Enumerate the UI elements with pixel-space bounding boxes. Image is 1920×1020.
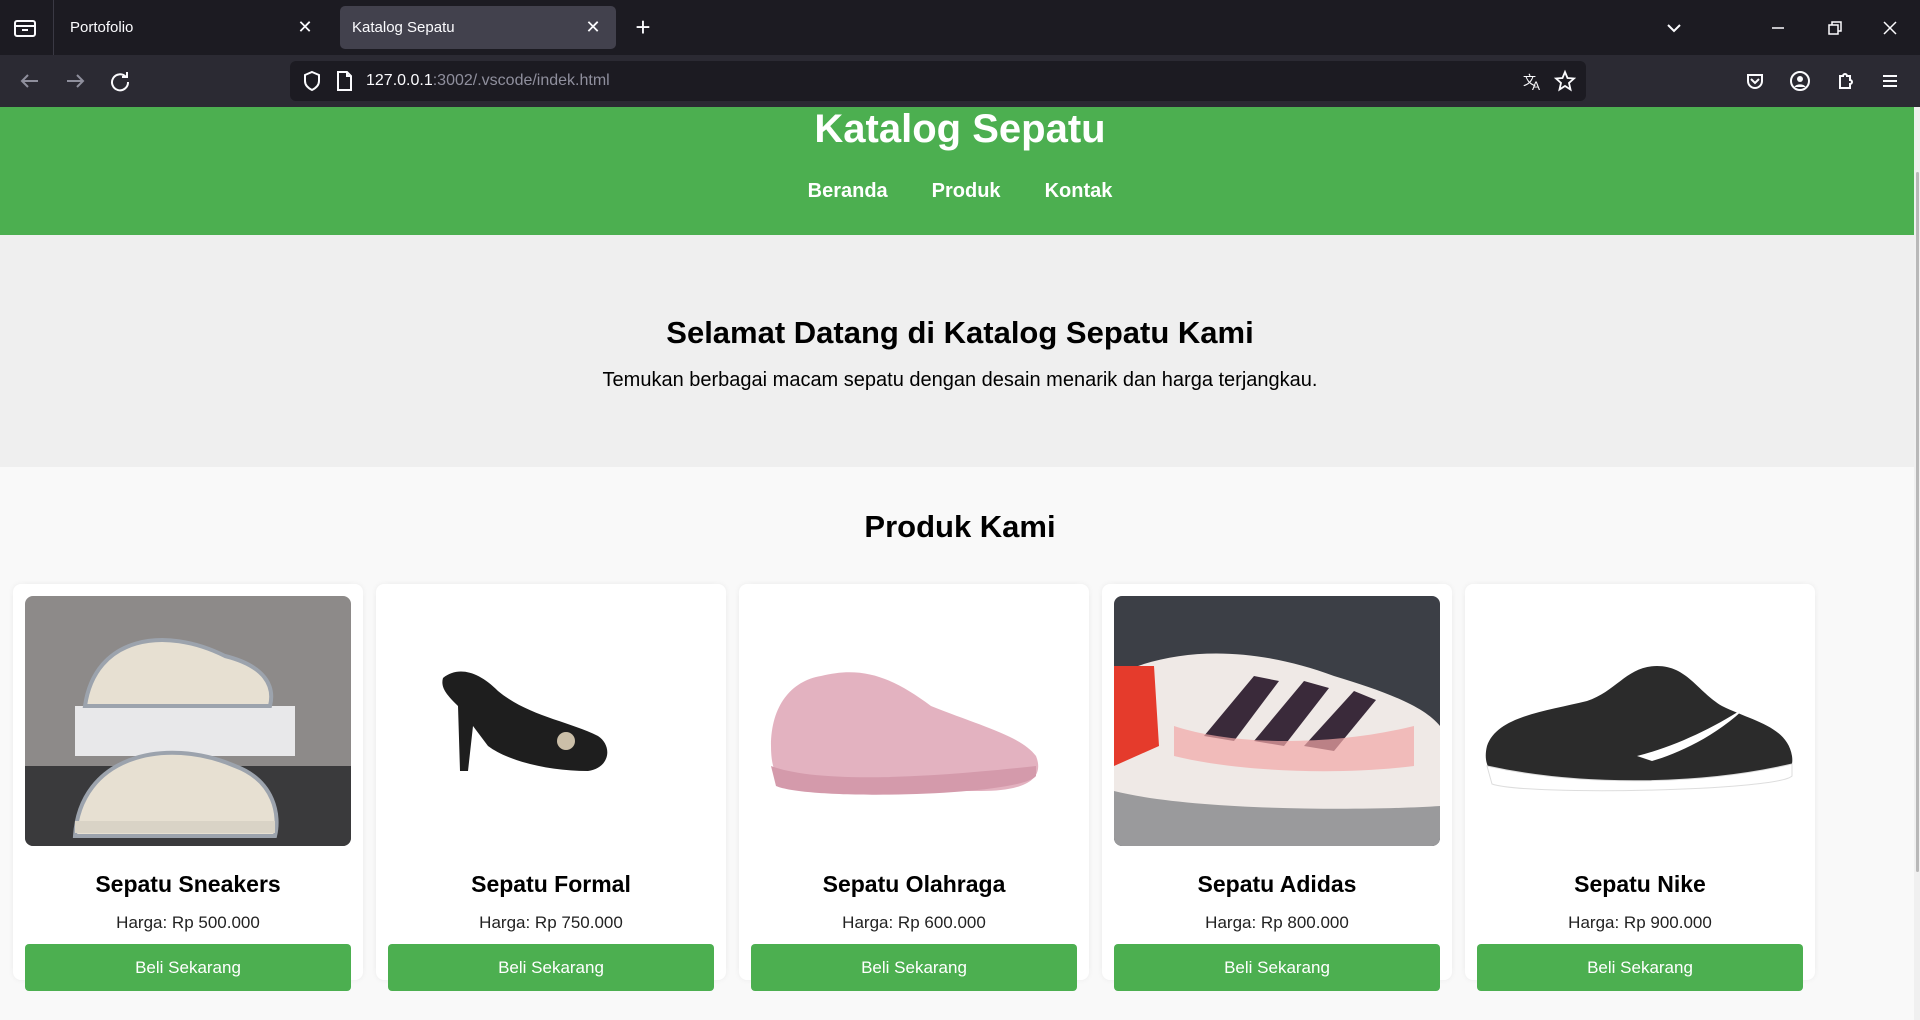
product-name: Sepatu Sneakers — [95, 871, 281, 897]
tab-portofolio[interactable]: Portofolio ✕ — [58, 6, 328, 49]
product-card: Sepatu Nike Harga: Rp 900.000 Beli Sekar… — [1465, 584, 1815, 991]
hero-text: Temukan berbagai macam sepatu dengan des… — [602, 369, 1318, 391]
product-price: Harga: Rp 900.000 — [1568, 913, 1712, 932]
product-image-formal — [388, 596, 714, 846]
account-icon[interactable] — [1786, 67, 1814, 95]
product-name: Sepatu Olahraga — [822, 871, 1006, 897]
browser-toolbar: 127.0.0.1:3002/.vscode/indek.html 文 A — [0, 55, 1920, 107]
tab-katalog-sepatu[interactable]: Katalog Sepatu ✕ — [340, 6, 616, 49]
site-title: Katalog Sepatu — [814, 107, 1106, 151]
url-host: 127.0.0.1 — [366, 72, 433, 89]
tab-separator — [53, 0, 54, 55]
close-icon[interactable]: ✕ — [584, 18, 602, 36]
product-name: Sepatu Nike — [1574, 871, 1706, 897]
product-image-olahraga — [751, 596, 1077, 846]
url-bar[interactable]: 127.0.0.1:3002/.vscode/indek.html 文 A — [290, 61, 1586, 101]
product-card: Sepatu Olahraga Harga: Rp 600.000 Beli S… — [739, 584, 1089, 991]
back-icon[interactable] — [16, 67, 44, 95]
nav-link-kontak[interactable]: Kontak — [1045, 180, 1113, 203]
bookmark-star-icon[interactable] — [1551, 67, 1579, 95]
buy-now-button[interactable]: Beli Sekarang — [751, 944, 1077, 991]
product-name: Sepatu Formal — [471, 871, 631, 897]
site-header: Katalog Sepatu Beranda Produk Kontak — [0, 107, 1920, 235]
browser-tab-bar: Portofolio ✕ Katalog Sepatu ✕ + — [0, 0, 1920, 55]
pocket-icon[interactable] — [1741, 67, 1769, 95]
url-path: :3002/.vscode/indek.html — [432, 72, 610, 89]
tab-list-icon[interactable] — [12, 16, 38, 40]
translate-icon[interactable]: 文 A — [1518, 67, 1546, 95]
product-image-nike — [1477, 596, 1803, 846]
forward-icon[interactable] — [61, 67, 89, 95]
new-tab-button[interactable]: + — [630, 14, 656, 40]
close-window-icon[interactable] — [1876, 14, 1904, 42]
product-price: Harga: Rp 500.000 — [116, 913, 260, 932]
menu-icon[interactable] — [1876, 67, 1904, 95]
list-all-tabs-icon[interactable] — [1660, 14, 1688, 42]
svg-text:A: A — [1532, 79, 1540, 93]
tab-title: Portofolio — [70, 19, 134, 36]
product-card: Sepatu Sneakers Harga: Rp 500.000 Beli S… — [13, 584, 363, 991]
product-card: Sepatu Formal Harga: Rp 750.000 Beli Sek… — [376, 584, 726, 991]
product-image-sneakers — [25, 596, 351, 846]
page-content: Katalog Sepatu Beranda Produk Kontak Sel… — [0, 107, 1920, 1020]
hero-section: Selamat Datang di Katalog Sepatu Kami Te… — [0, 235, 1920, 467]
scrollbar-thumb[interactable] — [1916, 172, 1919, 872]
site-nav: Beranda Produk Kontak — [0, 180, 1920, 203]
nav-link-produk[interactable]: Produk — [932, 180, 1001, 203]
extensions-icon[interactable] — [1831, 67, 1859, 95]
page-scrollbar[interactable] — [1914, 107, 1920, 1020]
product-card: Sepatu Adidas Harga: Rp 800.000 Beli Sek… — [1102, 584, 1452, 991]
tab-title: Katalog Sepatu — [352, 19, 455, 36]
buy-now-button[interactable]: Beli Sekarang — [1477, 944, 1803, 991]
shield-icon[interactable] — [298, 67, 326, 95]
close-icon[interactable]: ✕ — [296, 18, 314, 36]
product-image-adidas — [1114, 596, 1440, 846]
minimize-icon[interactable] — [1764, 14, 1792, 42]
restore-icon[interactable] — [1820, 14, 1848, 42]
buy-now-button[interactable]: Beli Sekarang — [388, 944, 714, 991]
hero-heading: Selamat Datang di Katalog Sepatu Kami — [666, 315, 1254, 350]
product-price: Harga: Rp 600.000 — [842, 913, 986, 932]
product-price: Harga: Rp 750.000 — [479, 913, 623, 932]
nav-link-beranda[interactable]: Beranda — [808, 180, 888, 203]
product-price: Harga: Rp 800.000 — [1205, 913, 1349, 932]
page-icon[interactable] — [330, 67, 358, 95]
buy-now-button[interactable]: Beli Sekarang — [25, 944, 351, 991]
product-name: Sepatu Adidas — [1197, 871, 1357, 897]
url-text[interactable]: 127.0.0.1:3002/.vscode/indek.html — [366, 72, 610, 90]
buy-now-button[interactable]: Beli Sekarang — [1114, 944, 1440, 991]
products-title: Produk Kami — [864, 509, 1056, 544]
reload-icon[interactable] — [106, 67, 134, 95]
